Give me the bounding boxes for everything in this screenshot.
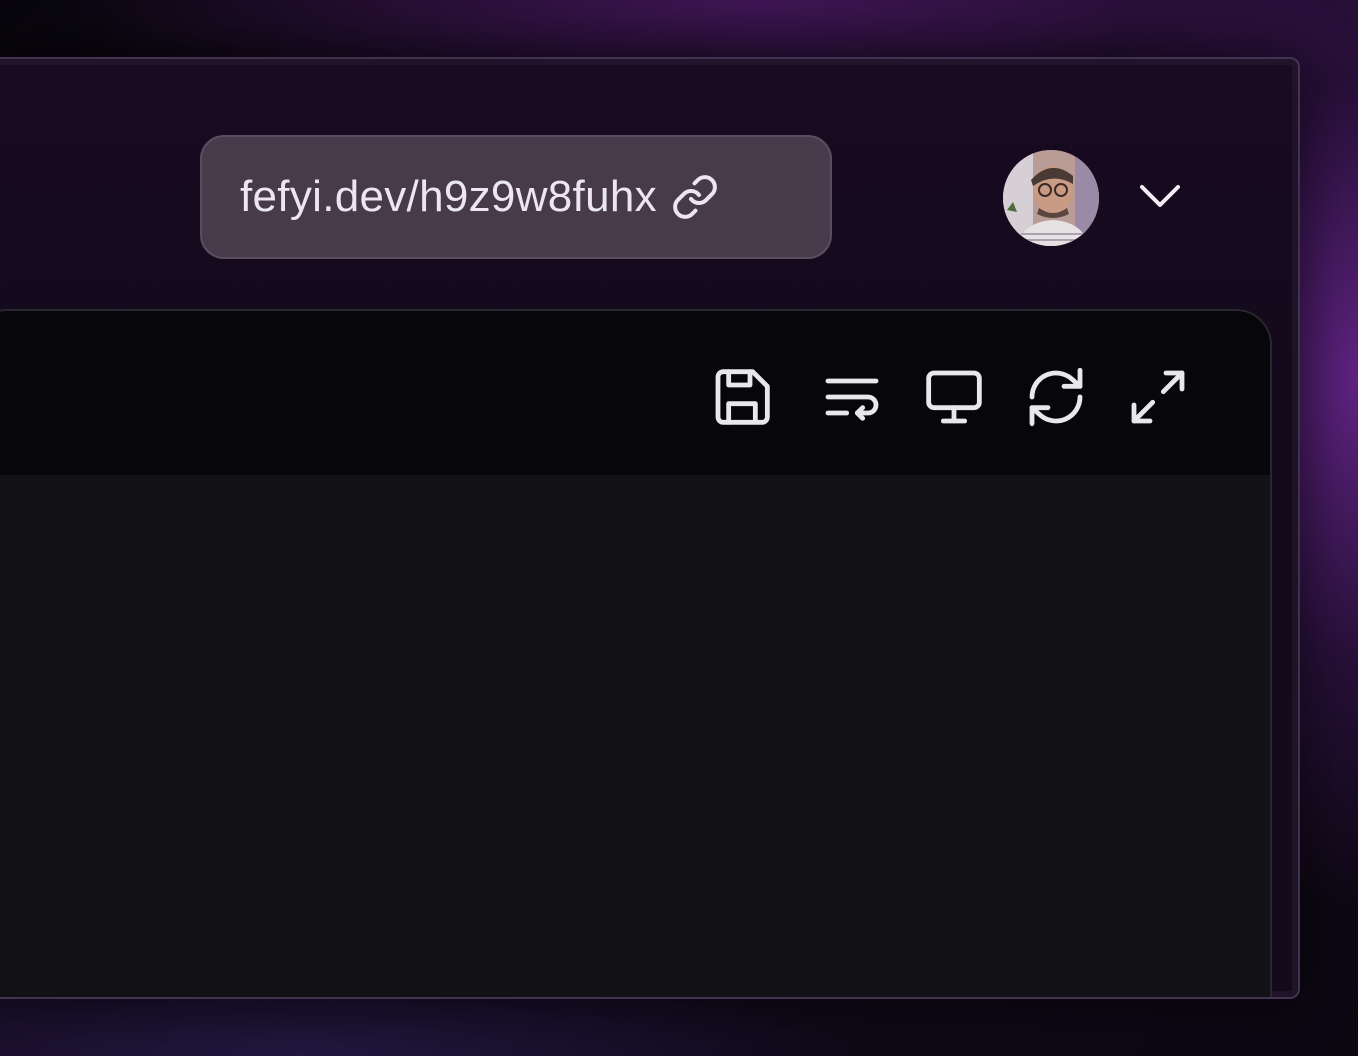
chevron-down-icon[interactable]	[1136, 179, 1184, 215]
editor-panel[interactable]	[0, 309, 1272, 997]
avatar[interactable]	[1003, 150, 1099, 246]
maximize-icon[interactable]	[1126, 365, 1190, 429]
save-icon[interactable]	[710, 365, 774, 429]
app-window: fefyi.dev/h9z9w8fuhx	[0, 57, 1300, 999]
wrap-text-icon[interactable]	[820, 365, 884, 429]
share-url-text: fefyi.dev/h9z9w8fuhx	[240, 172, 657, 221]
share-url-button[interactable]: fefyi.dev/h9z9w8fuhx	[200, 135, 832, 259]
code-area[interactable]	[0, 475, 1270, 997]
link-icon	[671, 173, 719, 221]
refresh-icon[interactable]	[1024, 365, 1088, 429]
monitor-icon[interactable]	[922, 365, 986, 429]
editor-toolbar	[0, 311, 1270, 475]
